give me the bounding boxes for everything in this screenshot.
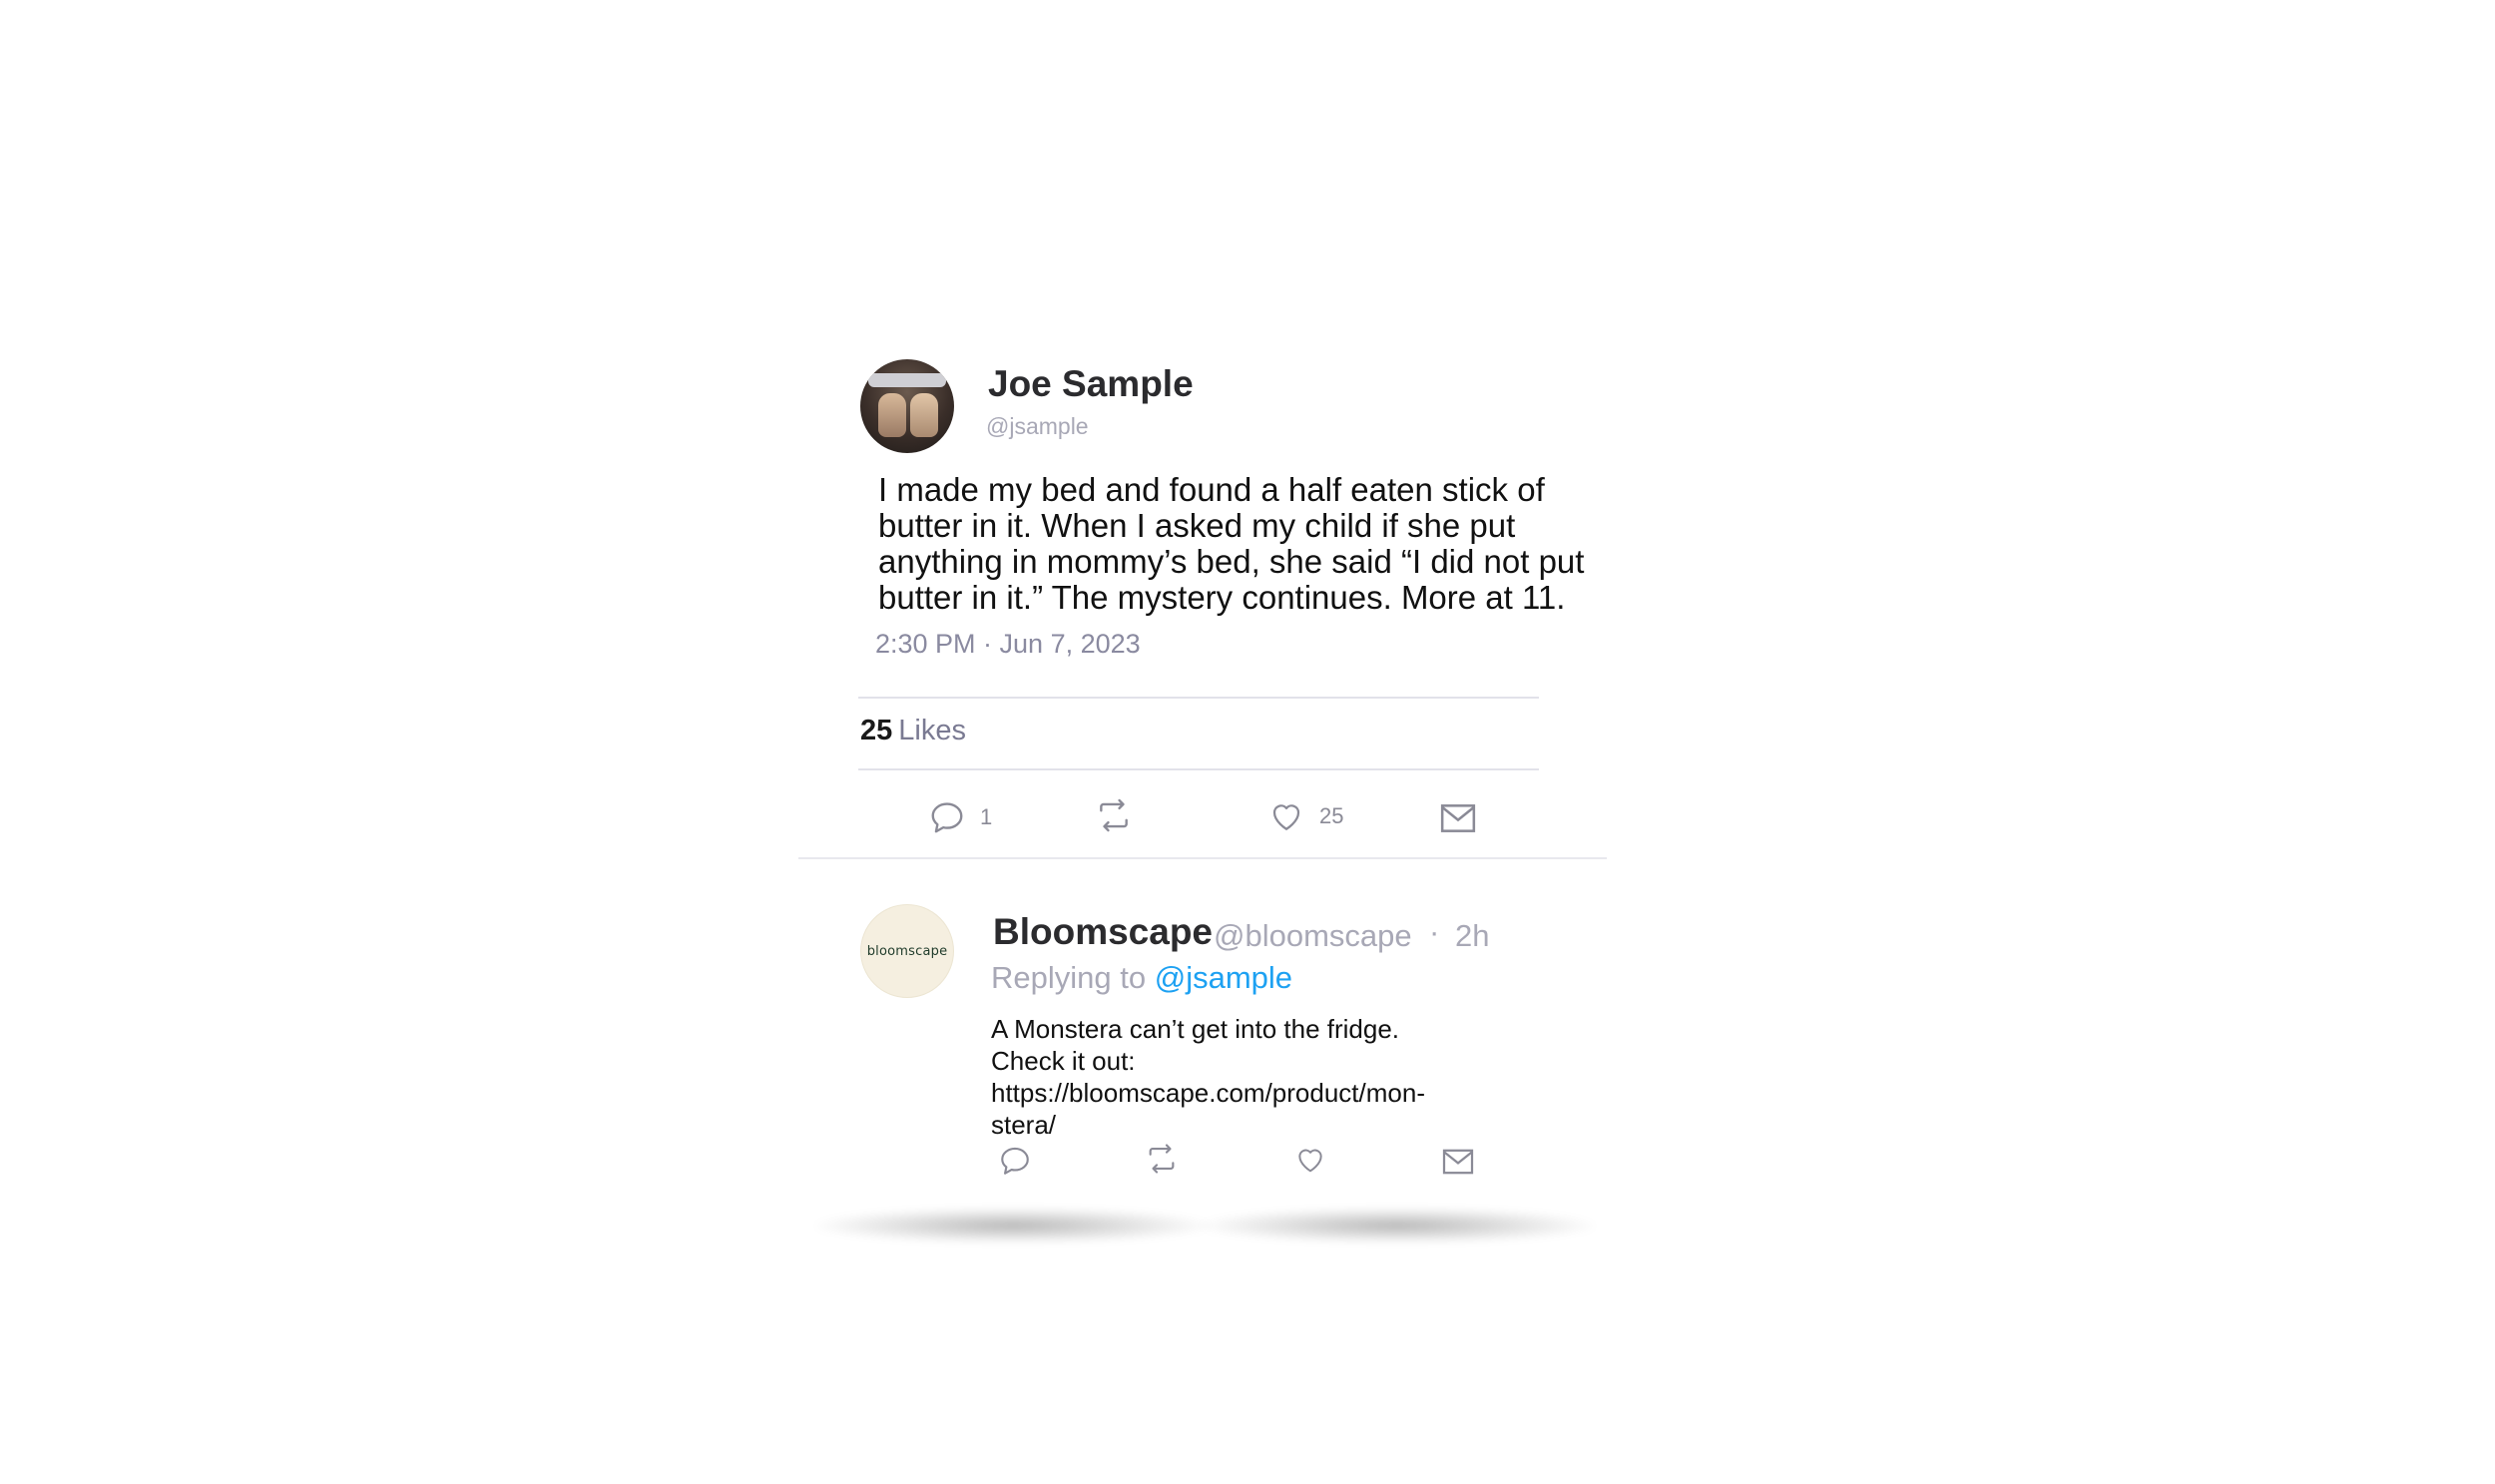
reply-icon: [1001, 1147, 1029, 1175]
reply-link-continued[interactable]: stera/: [991, 1109, 1510, 1141]
replying-to: Replying to @jsample: [991, 960, 1292, 996]
mail-icon: [1442, 1149, 1474, 1175]
tweet-text: I made my bed and found a half eaten sti…: [878, 471, 1585, 616]
mail-icon: [1440, 804, 1476, 832]
retweet-icon: [1149, 1144, 1175, 1174]
divider: [858, 768, 1539, 770]
retweet-icon: [1100, 798, 1128, 832]
reply-author-name[interactable]: Bloomscape: [993, 911, 1213, 953]
reply-text-line: A Monstera can’t get into the fridge.: [991, 1014, 1400, 1044]
reply-author-avatar[interactable]: bloomscape: [860, 904, 954, 998]
like-count: 25: [1319, 803, 1344, 828]
reply-author-handle[interactable]: @bloomscape: [1214, 918, 1412, 954]
replying-label: Replying to: [991, 960, 1147, 995]
reply-reply-button[interactable]: [998, 1144, 1032, 1178]
share-dm-button[interactable]: [1439, 802, 1477, 834]
author-name[interactable]: Joe Sample: [988, 363, 1194, 405]
avatar-photo-detail: [878, 393, 906, 437]
card-shadow-left: [813, 1208, 1213, 1243]
author-avatar[interactable]: [860, 359, 954, 453]
heart-icon: [1272, 804, 1300, 830]
reply-like-button[interactable]: [1293, 1144, 1327, 1176]
avatar-photo-detail: [910, 393, 938, 437]
avatar-photo-detail: [868, 373, 946, 387]
reply-text: A Monstera can’t get into the fridge. Ch…: [991, 1013, 1510, 1141]
bloomscape-logo: bloomscape: [866, 943, 948, 959]
author-handle[interactable]: @jsample: [986, 413, 1089, 440]
reply-time[interactable]: 2h: [1455, 918, 1489, 954]
heart-icon: [1298, 1149, 1322, 1173]
divider: [858, 697, 1539, 699]
tweet-timestamp[interactable]: 2:30 PM · Jun 7, 2023: [875, 629, 1141, 660]
likes-summary[interactable]: 25 Likes: [860, 715, 966, 747]
retweet-button[interactable]: [1094, 796, 1134, 834]
reply-text-line: Check it out:: [991, 1046, 1136, 1076]
likes-count: 25: [860, 715, 893, 746]
reply-button[interactable]: 1: [928, 798, 992, 836]
reply-retweet-button[interactable]: [1144, 1142, 1180, 1176]
reply-separator-dot: ·: [1429, 914, 1440, 949]
reply-icon: [931, 802, 963, 833]
reply-share-dm-button[interactable]: [1441, 1148, 1475, 1176]
reply-link[interactable]: https://bloomscape.com/product/mon-: [991, 1077, 1510, 1109]
replying-handle-link[interactable]: @jsample: [1155, 960, 1292, 995]
like-button[interactable]: 25: [1267, 798, 1343, 834]
likes-label: Likes: [898, 715, 966, 746]
card-shadow-right: [1198, 1208, 1597, 1243]
reply-separator: [798, 857, 1607, 859]
reply-count: 1: [980, 804, 993, 829]
